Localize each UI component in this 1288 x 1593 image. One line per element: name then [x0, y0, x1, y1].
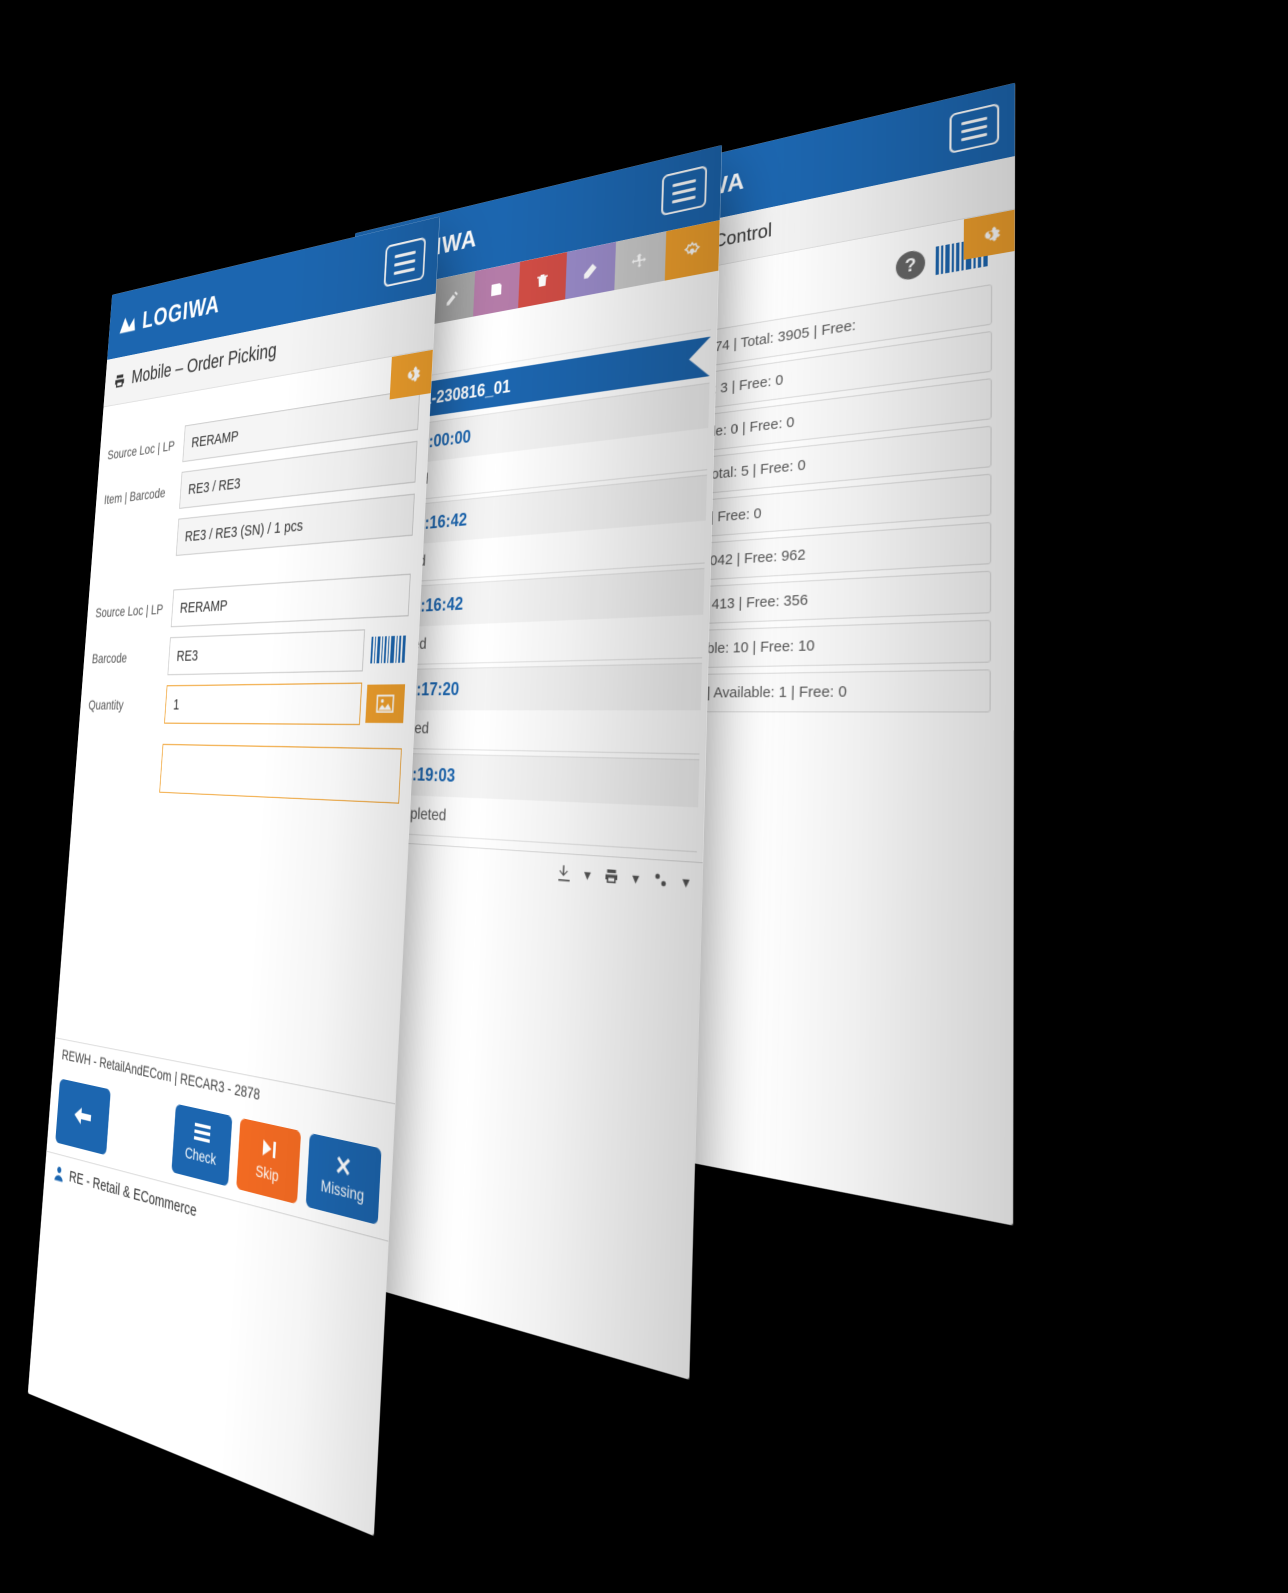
download-icon[interactable]: [555, 862, 573, 883]
form-body: Source Loc | LP RERAMP Item | Barcode RE…: [72, 350, 433, 840]
menu-button[interactable]: [949, 103, 999, 154]
missing-label: Missing: [320, 1175, 364, 1205]
list-icon: [193, 1123, 210, 1145]
menu-button[interactable]: [661, 165, 707, 216]
settings-icon[interactable]: [651, 869, 670, 891]
close-icon: [336, 1155, 352, 1178]
barcode-scan-icon[interactable]: [368, 628, 408, 672]
quantity-input[interactable]: [164, 683, 362, 725]
image-button[interactable]: [365, 684, 405, 723]
help-icon[interactable]: ?: [896, 249, 926, 282]
printer-icon: [112, 370, 126, 391]
chevron-down-icon[interactable]: ▾: [632, 868, 640, 888]
screen-order-picking: LOGIWA Mobile – Order Picking Source Loc…: [28, 217, 440, 1536]
source-loc-lp-input[interactable]: [171, 574, 411, 628]
erase-tool-button[interactable]: [565, 242, 616, 300]
chevron-down-icon[interactable]: ▾: [584, 865, 591, 884]
delete-tool-button[interactable]: [518, 252, 567, 308]
chevron-down-icon[interactable]: ▾: [682, 872, 690, 892]
user-icon: [52, 1162, 66, 1184]
menu-button[interactable]: [384, 237, 427, 288]
move-tool-button[interactable]: [614, 231, 667, 290]
back-button[interactable]: [55, 1079, 111, 1156]
item-detail-value: RE3 / RE3 (SN) / 1 pcs: [176, 494, 415, 556]
spacer: [101, 538, 173, 545]
missing-button[interactable]: Missing: [305, 1133, 381, 1225]
brand-text: LOGIWA: [141, 288, 221, 334]
barcode-label: Barcode: [91, 648, 165, 666]
check-label: Check: [184, 1143, 216, 1169]
screen-title: Mobile – Order Picking: [131, 339, 278, 389]
save-tool-button[interactable]: [473, 262, 520, 317]
barcode-icon[interactable]: [936, 237, 988, 275]
empty-validation-box: [159, 744, 402, 804]
print-icon[interactable]: [602, 866, 620, 888]
source-loc-lp-label: Source Loc | LP: [107, 437, 180, 463]
brand-logo: LOGIWA: [118, 288, 221, 339]
barcode-input[interactable]: [167, 629, 365, 675]
quantity-label: Quantity: [88, 696, 162, 712]
settings-tool-button[interactable]: [665, 220, 720, 281]
edit-tool-button[interactable]: [430, 271, 475, 325]
arrow-left-icon: [72, 1104, 93, 1129]
skip-label: Skip: [255, 1161, 279, 1185]
logo-icon: [118, 309, 138, 339]
check-button[interactable]: Check: [171, 1104, 232, 1187]
source-loc-lp-label-2: Source Loc | LP: [95, 601, 168, 621]
skip-button[interactable]: Skip: [236, 1118, 301, 1204]
skip-forward-icon: [260, 1136, 276, 1160]
item-barcode-label: Item | Barcode: [104, 483, 177, 507]
spacer: [84, 766, 157, 768]
